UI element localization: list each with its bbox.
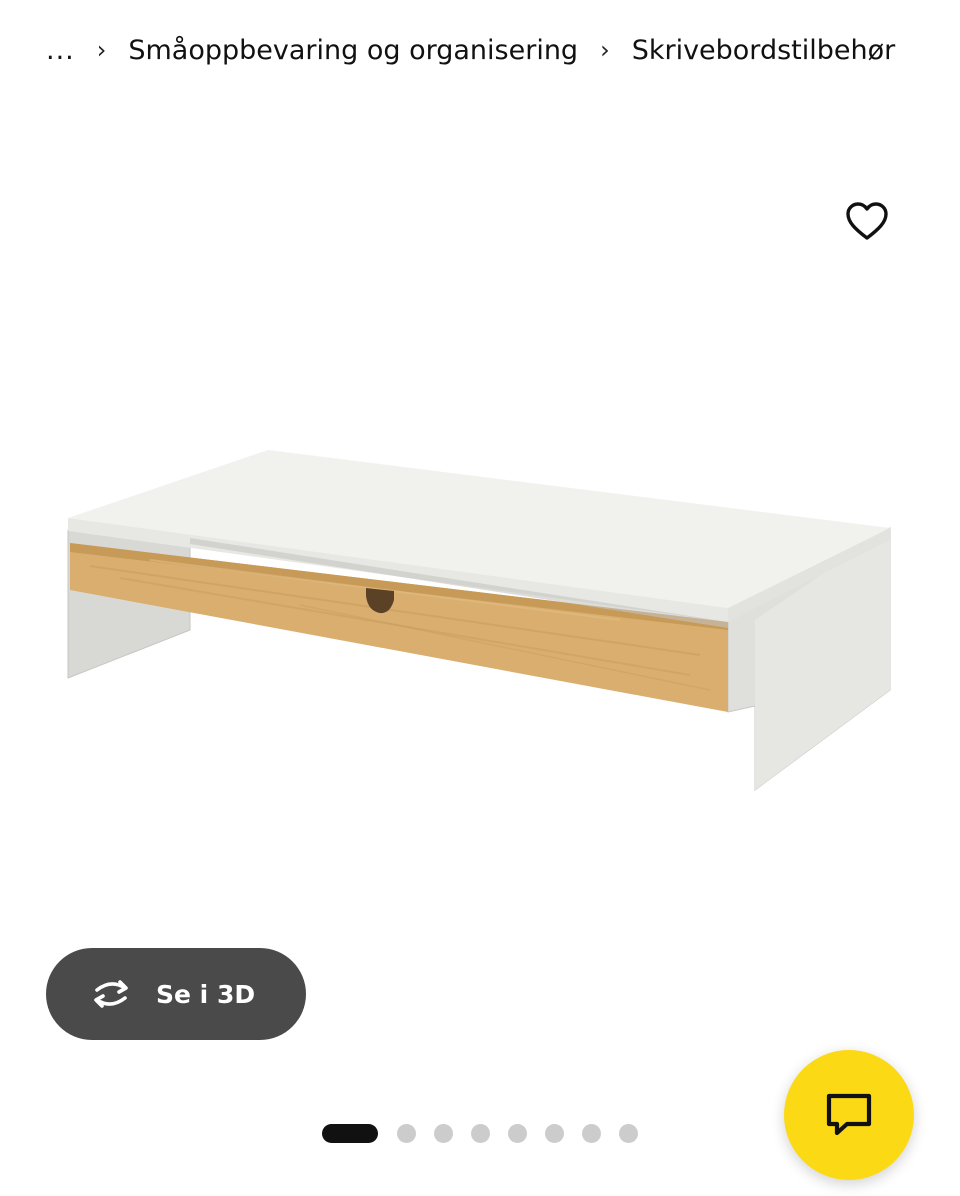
view-in-3d-label: Se i 3D	[156, 979, 256, 1009]
breadcrumb-separator-icon: ›	[600, 36, 610, 64]
gallery-dot[interactable]	[508, 1123, 527, 1143]
breadcrumb-item-desk-accessories[interactable]: Skrivebordstilbehør	[632, 35, 896, 66]
gallery-dot[interactable]	[619, 1123, 638, 1143]
chat-bubble-icon	[826, 1093, 872, 1136]
gallery-dot[interactable]	[471, 1123, 490, 1143]
gallery-dot[interactable]	[545, 1123, 564, 1143]
gallery-dot-active[interactable]	[322, 1123, 378, 1143]
breadcrumb-ellipsis[interactable]: ...	[46, 35, 75, 66]
chat-button[interactable]	[784, 1050, 914, 1180]
product-gallery[interactable]: Se i 3D	[0, 100, 960, 1100]
view-in-3d-button[interactable]: Se i 3D	[46, 948, 306, 1040]
gallery-dot[interactable]	[434, 1123, 453, 1143]
heart-icon	[846, 202, 888, 240]
gallery-dot[interactable]	[397, 1123, 416, 1143]
rotate-icon	[86, 974, 136, 1014]
breadcrumb-separator-icon: ›	[96, 36, 107, 64]
breadcrumb-item-small-storage[interactable]: Småoppbevaring og organisering	[128, 35, 578, 66]
favorite-button[interactable]	[838, 192, 896, 250]
gallery-dot[interactable]	[582, 1123, 601, 1143]
gallery-pagination	[322, 1123, 656, 1143]
breadcrumb: ... › Småoppbevaring og organisering › S…	[46, 28, 895, 72]
